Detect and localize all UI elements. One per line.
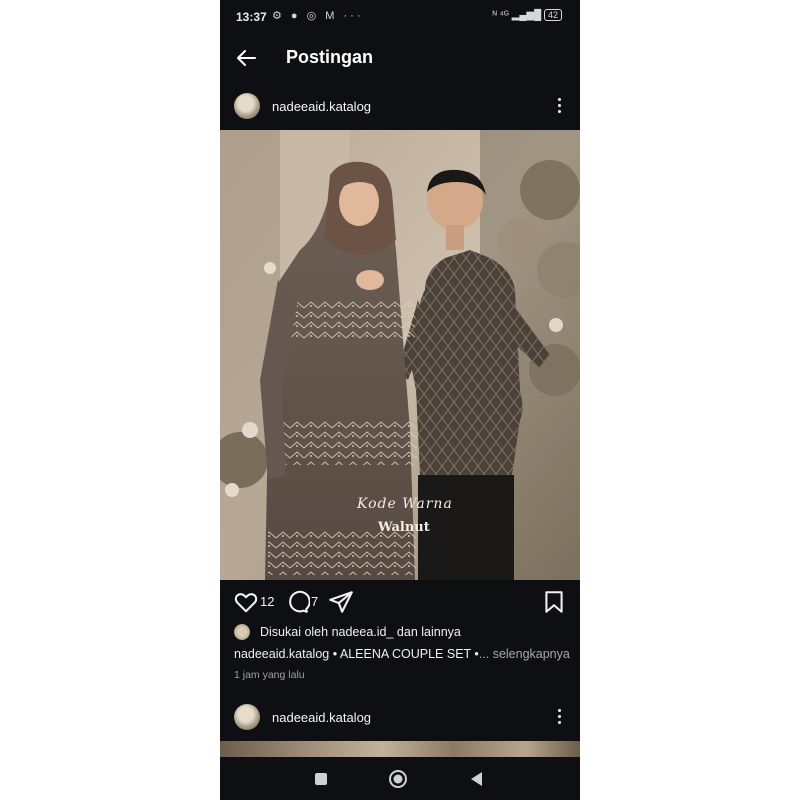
like-button[interactable] — [233, 589, 259, 615]
post-image[interactable]: Kode Warna Walnut — [220, 130, 580, 580]
post-photo-illustration — [220, 130, 580, 580]
square-icon — [315, 773, 327, 785]
next-post-more-button[interactable] — [554, 709, 564, 727]
heart-icon — [234, 593, 258, 613]
arrow-left-icon — [237, 50, 256, 66]
page-title: Postingan — [286, 47, 374, 67]
back-nav-button[interactable] — [466, 768, 488, 790]
next-post-header: nadeeaid.katalog — [220, 695, 580, 741]
triangle-back-icon — [471, 772, 482, 786]
liked-by-suffix: dan lainnya — [393, 625, 461, 639]
post-actions: 12 7 — [220, 586, 580, 618]
post-header: nadeeaid.katalog — [220, 84, 580, 130]
image-overlay-line1: Kode Warna — [357, 496, 453, 512]
app-bar: Postingan — [220, 34, 580, 82]
like-count[interactable]: 12 — [260, 594, 274, 609]
status-right: ᴺ ⁴ᴳ ▂▄▆█ 42 — [493, 9, 562, 21]
post-timestamp: 1 jam yang lalu — [234, 669, 305, 681]
post-caption: nadeeaid.katalog • ALEENA COUPLE SET •..… — [234, 647, 570, 661]
notification-icons: ⚙ ● ◎ M ··· — [272, 10, 364, 22]
bookmark-icon — [545, 591, 563, 613]
post-username[interactable]: nadeeaid.katalog — [272, 99, 371, 114]
status-bar: 13:37 ⚙ ● ◎ M ··· ᴺ ⁴ᴳ ▂▄▆█ 42 — [220, 0, 580, 34]
signal-icons: ᴺ ⁴ᴳ ▂▄▆█ — [492, 10, 542, 21]
back-button[interactable] — [234, 46, 258, 70]
more-options-button[interactable] — [554, 98, 564, 116]
save-button[interactable] — [541, 589, 567, 615]
battery-icon: 42 — [543, 9, 562, 21]
recents-button[interactable] — [310, 768, 332, 790]
liker-avatar — [234, 624, 250, 640]
avatar[interactable] — [234, 93, 260, 119]
next-post-avatar[interactable] — [234, 704, 260, 730]
home-circle-icon — [389, 770, 407, 788]
comment-icon — [289, 590, 311, 613]
instagram-post-screen: 13:37 ⚙ ● ◎ M ··· ᴺ ⁴ᴳ ▂▄▆█ 42 Postingan… — [220, 0, 580, 800]
next-post-image[interactable] — [220, 741, 580, 757]
system-nav-bar — [220, 757, 580, 800]
caption-more-link[interactable]: ... selengkapnya — [479, 647, 570, 661]
share-button[interactable] — [328, 589, 354, 615]
caption-username[interactable]: nadeeaid.katalog — [234, 647, 329, 661]
caption-text: • ALEENA COUPLE SET • — [329, 647, 479, 661]
liked-by-text: Disukai oleh nadeea.id_ dan lainnya — [260, 625, 461, 639]
comment-count[interactable]: 7 — [311, 594, 318, 609]
liked-by-prefix: Disukai oleh — [260, 625, 332, 639]
home-button[interactable] — [387, 768, 409, 790]
next-post-username[interactable]: nadeeaid.katalog — [272, 710, 371, 725]
status-time: 13:37 — [236, 10, 267, 24]
send-icon — [329, 591, 353, 613]
comment-button[interactable] — [284, 589, 311, 615]
image-overlay-line2: Walnut — [378, 520, 430, 535]
liked-by-user[interactable]: nadeea.id_ — [332, 625, 394, 639]
